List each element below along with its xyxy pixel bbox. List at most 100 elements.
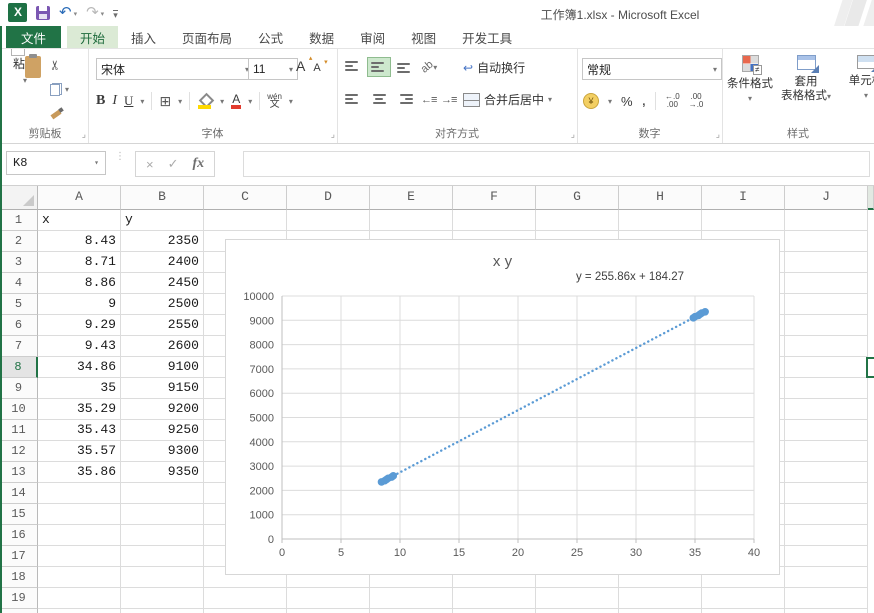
align-right-button[interactable] (393, 89, 417, 109)
cut-button[interactable]: ✂ (47, 55, 84, 75)
cell-A10[interactable]: 35.29 (38, 399, 121, 420)
tab-页面布局[interactable]: 页面布局 (169, 26, 245, 48)
cell-F19[interactable] (453, 588, 536, 609)
format-painter-button[interactable] (50, 103, 84, 123)
cancel-icon[interactable]: × (146, 157, 154, 172)
copy-button[interactable]: ▾ (50, 79, 84, 99)
cell-I19[interactable] (702, 588, 785, 609)
cell-G19[interactable] (536, 588, 619, 609)
tab-审阅[interactable]: 审阅 (347, 26, 398, 48)
cell-A11[interactable]: 35.43 (38, 420, 121, 441)
font-size-dropdown-icon[interactable]: ▾ (289, 65, 293, 74)
cell-J15[interactable] (785, 504, 868, 525)
cell-G1[interactable] (536, 210, 619, 231)
column-header-J[interactable]: J (785, 185, 868, 210)
chart[interactable]: x y y = 255.86x + 184.27 0 1000 2000 3000 40… (225, 239, 780, 575)
font-name-select[interactable]: 宋体 ▾ (96, 58, 254, 80)
number-dialog-launcher-icon[interactable]: ⌟ (716, 129, 720, 140)
font-color-dropdown-icon[interactable]: ▾ (248, 97, 252, 106)
cell-B4[interactable]: 2450 (121, 273, 204, 294)
cell-A4[interactable]: 8.86 (38, 273, 121, 294)
merge-center-button[interactable]: 合并后居中 ▾ (463, 91, 552, 108)
cell-G20[interactable] (536, 609, 619, 613)
row-header-10[interactable]: 10 (0, 399, 38, 420)
column-header-I[interactable]: I (702, 185, 785, 210)
cell-B17[interactable] (121, 546, 204, 567)
cell-B16[interactable] (121, 525, 204, 546)
cell-E19[interactable] (370, 588, 453, 609)
decrease-indent-icon[interactable]: ←≡ (421, 94, 437, 106)
tab-插入[interactable]: 插入 (118, 26, 169, 48)
wrap-text-button[interactable]: ↩ 自动换行 (463, 59, 525, 76)
cell-B10[interactable]: 9200 (121, 399, 204, 420)
column-header-F[interactable]: F (453, 185, 536, 210)
tab-公式[interactable]: 公式 (245, 26, 296, 48)
cell-A2[interactable]: 8.43 (38, 231, 121, 252)
cell-E20[interactable] (370, 609, 453, 613)
row-header-20[interactable]: 20 (0, 609, 38, 613)
phonetic-dropdown-icon[interactable]: ▾ (289, 97, 293, 106)
row-header-2[interactable]: 2 (0, 231, 38, 252)
cell-J16[interactable] (785, 525, 868, 546)
cell-J3[interactable] (785, 252, 868, 273)
cell-D20[interactable] (287, 609, 370, 613)
cell-J7[interactable] (785, 336, 868, 357)
cell-B8[interactable]: 9100 (121, 357, 204, 378)
merge-dropdown-icon[interactable]: ▾ (548, 95, 552, 104)
redo-button[interactable]: ↷ ▾ (86, 4, 105, 21)
row-header-14[interactable]: 14 (0, 483, 38, 504)
row-header-9[interactable]: 9 (0, 378, 38, 399)
customize-qat-icon[interactable]: ▾ (113, 9, 118, 19)
row-header-15[interactable]: 15 (0, 504, 38, 525)
cell-J2[interactable] (785, 231, 868, 252)
cell-A20[interactable] (38, 609, 121, 613)
bold-button[interactable]: B (96, 93, 105, 109)
cell-styles-button[interactable]: 单元格 ▾ (838, 55, 874, 103)
scatter-plot[interactable]: 0100020003000400050006000700080009000100… (226, 240, 779, 574)
cell-I20[interactable] (702, 609, 785, 613)
undo-dropdown-icon[interactable]: ▾ (74, 10, 78, 18)
column-header-E[interactable]: E (370, 185, 453, 210)
cell-B6[interactable]: 2550 (121, 315, 204, 336)
cell-J9[interactable] (785, 378, 868, 399)
formula-input[interactable] (243, 151, 870, 177)
redo-dropdown-icon[interactable]: ▾ (101, 10, 105, 18)
cell-J1[interactable] (785, 210, 868, 231)
cell-C19[interactable] (204, 588, 287, 609)
cell-B3[interactable]: 2400 (121, 252, 204, 273)
row-header-4[interactable]: 4 (0, 273, 38, 294)
cell-A13[interactable]: 35.86 (38, 462, 121, 483)
row-header-18[interactable]: 18 (0, 567, 38, 588)
cell-A16[interactable] (38, 525, 121, 546)
cell-J20[interactable] (785, 609, 868, 613)
cell-A19[interactable] (38, 588, 121, 609)
cell-D19[interactable] (287, 588, 370, 609)
align-left-button[interactable] (341, 89, 365, 109)
cell-A8[interactable]: 34.86 (38, 357, 121, 378)
row-header-19[interactable]: 19 (0, 588, 38, 609)
cell-B12[interactable]: 9300 (121, 441, 204, 462)
column-header-partial[interactable] (868, 185, 874, 210)
accounting-dropdown-icon[interactable]: ▾ (608, 97, 612, 106)
tab-开始[interactable]: 开始 (67, 26, 119, 48)
cell-A18[interactable] (38, 567, 121, 588)
tab-数据[interactable]: 数据 (296, 26, 347, 48)
increase-decimal-icon[interactable]: ←.0 .00 (665, 93, 680, 109)
cell-B20[interactable] (121, 609, 204, 613)
cell-J14[interactable] (785, 483, 868, 504)
cell-C1[interactable] (204, 210, 287, 231)
column-header-C[interactable]: C (204, 185, 287, 210)
cell-J18[interactable] (785, 567, 868, 588)
borders-icon[interactable]: ⊞ (159, 93, 171, 110)
cell-B9[interactable]: 9150 (121, 378, 204, 399)
name-box[interactable]: K8 ▾ (6, 151, 106, 175)
cell-E1[interactable] (370, 210, 453, 231)
cell-B19[interactable] (121, 588, 204, 609)
align-bottom-button[interactable] (393, 57, 417, 77)
align-center-button[interactable] (367, 89, 391, 109)
decrease-decimal-icon[interactable]: .00 →.0 (689, 93, 704, 109)
cell-B2[interactable]: 2350 (121, 231, 204, 252)
cell-J11[interactable] (785, 420, 868, 441)
align-middle-button[interactable] (367, 57, 391, 77)
cell-J10[interactable] (785, 399, 868, 420)
